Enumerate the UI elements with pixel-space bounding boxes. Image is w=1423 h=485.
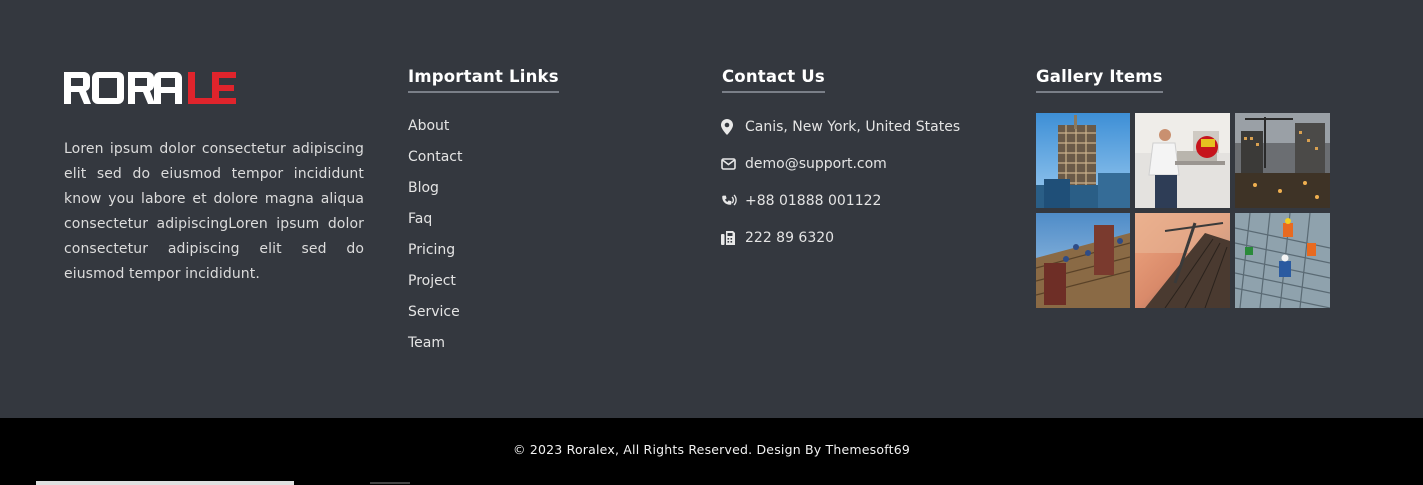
contact-email[interactable]: demo@support.com	[721, 154, 960, 191]
horizontal-scrollbar-thumb[interactable]	[36, 481, 294, 485]
contact-fax-text: 222 89 6320	[745, 230, 835, 246]
roralex-logo-icon	[64, 72, 236, 104]
link-pricing[interactable]: Pricing	[408, 240, 462, 271]
link-project[interactable]: Project	[408, 271, 462, 302]
contact-us-heading: Contact Us	[722, 67, 825, 93]
contact-phone[interactable]: +88 01888 001122	[721, 191, 960, 228]
footer-main: Loren ipsum dolor consectetur adipiscing…	[0, 0, 1423, 418]
link-contact[interactable]: Contact	[408, 147, 462, 178]
important-links-heading: Important Links	[408, 67, 559, 93]
phone-volume-icon	[721, 191, 741, 211]
link-faq[interactable]: Faq	[408, 209, 462, 240]
fax-icon	[721, 228, 741, 248]
gallery-image-crane-sunset[interactable]	[1135, 213, 1230, 308]
link-about[interactable]: About	[408, 116, 462, 147]
contact-fax: 222 89 6320	[721, 228, 960, 265]
gallery-grid	[1036, 113, 1330, 308]
contact-email-text[interactable]: demo@support.com	[745, 154, 887, 174]
gallery-image-rebar-workers[interactable]	[1235, 213, 1330, 308]
map-marker-icon	[721, 117, 741, 137]
gallery-image-worker-saw[interactable]	[1135, 113, 1230, 208]
important-links-list: About Contact Blog Faq Pricing Project S…	[408, 116, 462, 364]
contact-phone-text[interactable]: +88 01888 001122	[745, 191, 881, 211]
link-service[interactable]: Service	[408, 302, 462, 333]
gallery-image-building-construction[interactable]	[1036, 113, 1130, 208]
envelope-icon	[721, 154, 741, 174]
gallery-items-heading: Gallery Items	[1036, 67, 1163, 93]
link-team[interactable]: Team	[408, 333, 462, 364]
copyright-text: © 2023 Roralex, All Rights Reserved. Des…	[512, 442, 911, 457]
scrollbar-track-segment	[370, 482, 410, 484]
footer-bottom-bar: © 2023 Roralex, All Rights Reserved. Des…	[0, 418, 1423, 485]
contact-address: Canis, New York, United States	[721, 117, 960, 154]
logo[interactable]	[64, 70, 246, 106]
about-text: Loren ipsum dolor consectetur adipiscing…	[64, 141, 364, 282]
gallery-image-roof-workers[interactable]	[1036, 213, 1130, 308]
gallery-image-city-night-site[interactable]	[1235, 113, 1330, 208]
contact-list: Canis, New York, United States demo@supp…	[721, 117, 960, 265]
link-blog[interactable]: Blog	[408, 178, 462, 209]
contact-address-text: Canis, New York, United States	[745, 119, 961, 135]
